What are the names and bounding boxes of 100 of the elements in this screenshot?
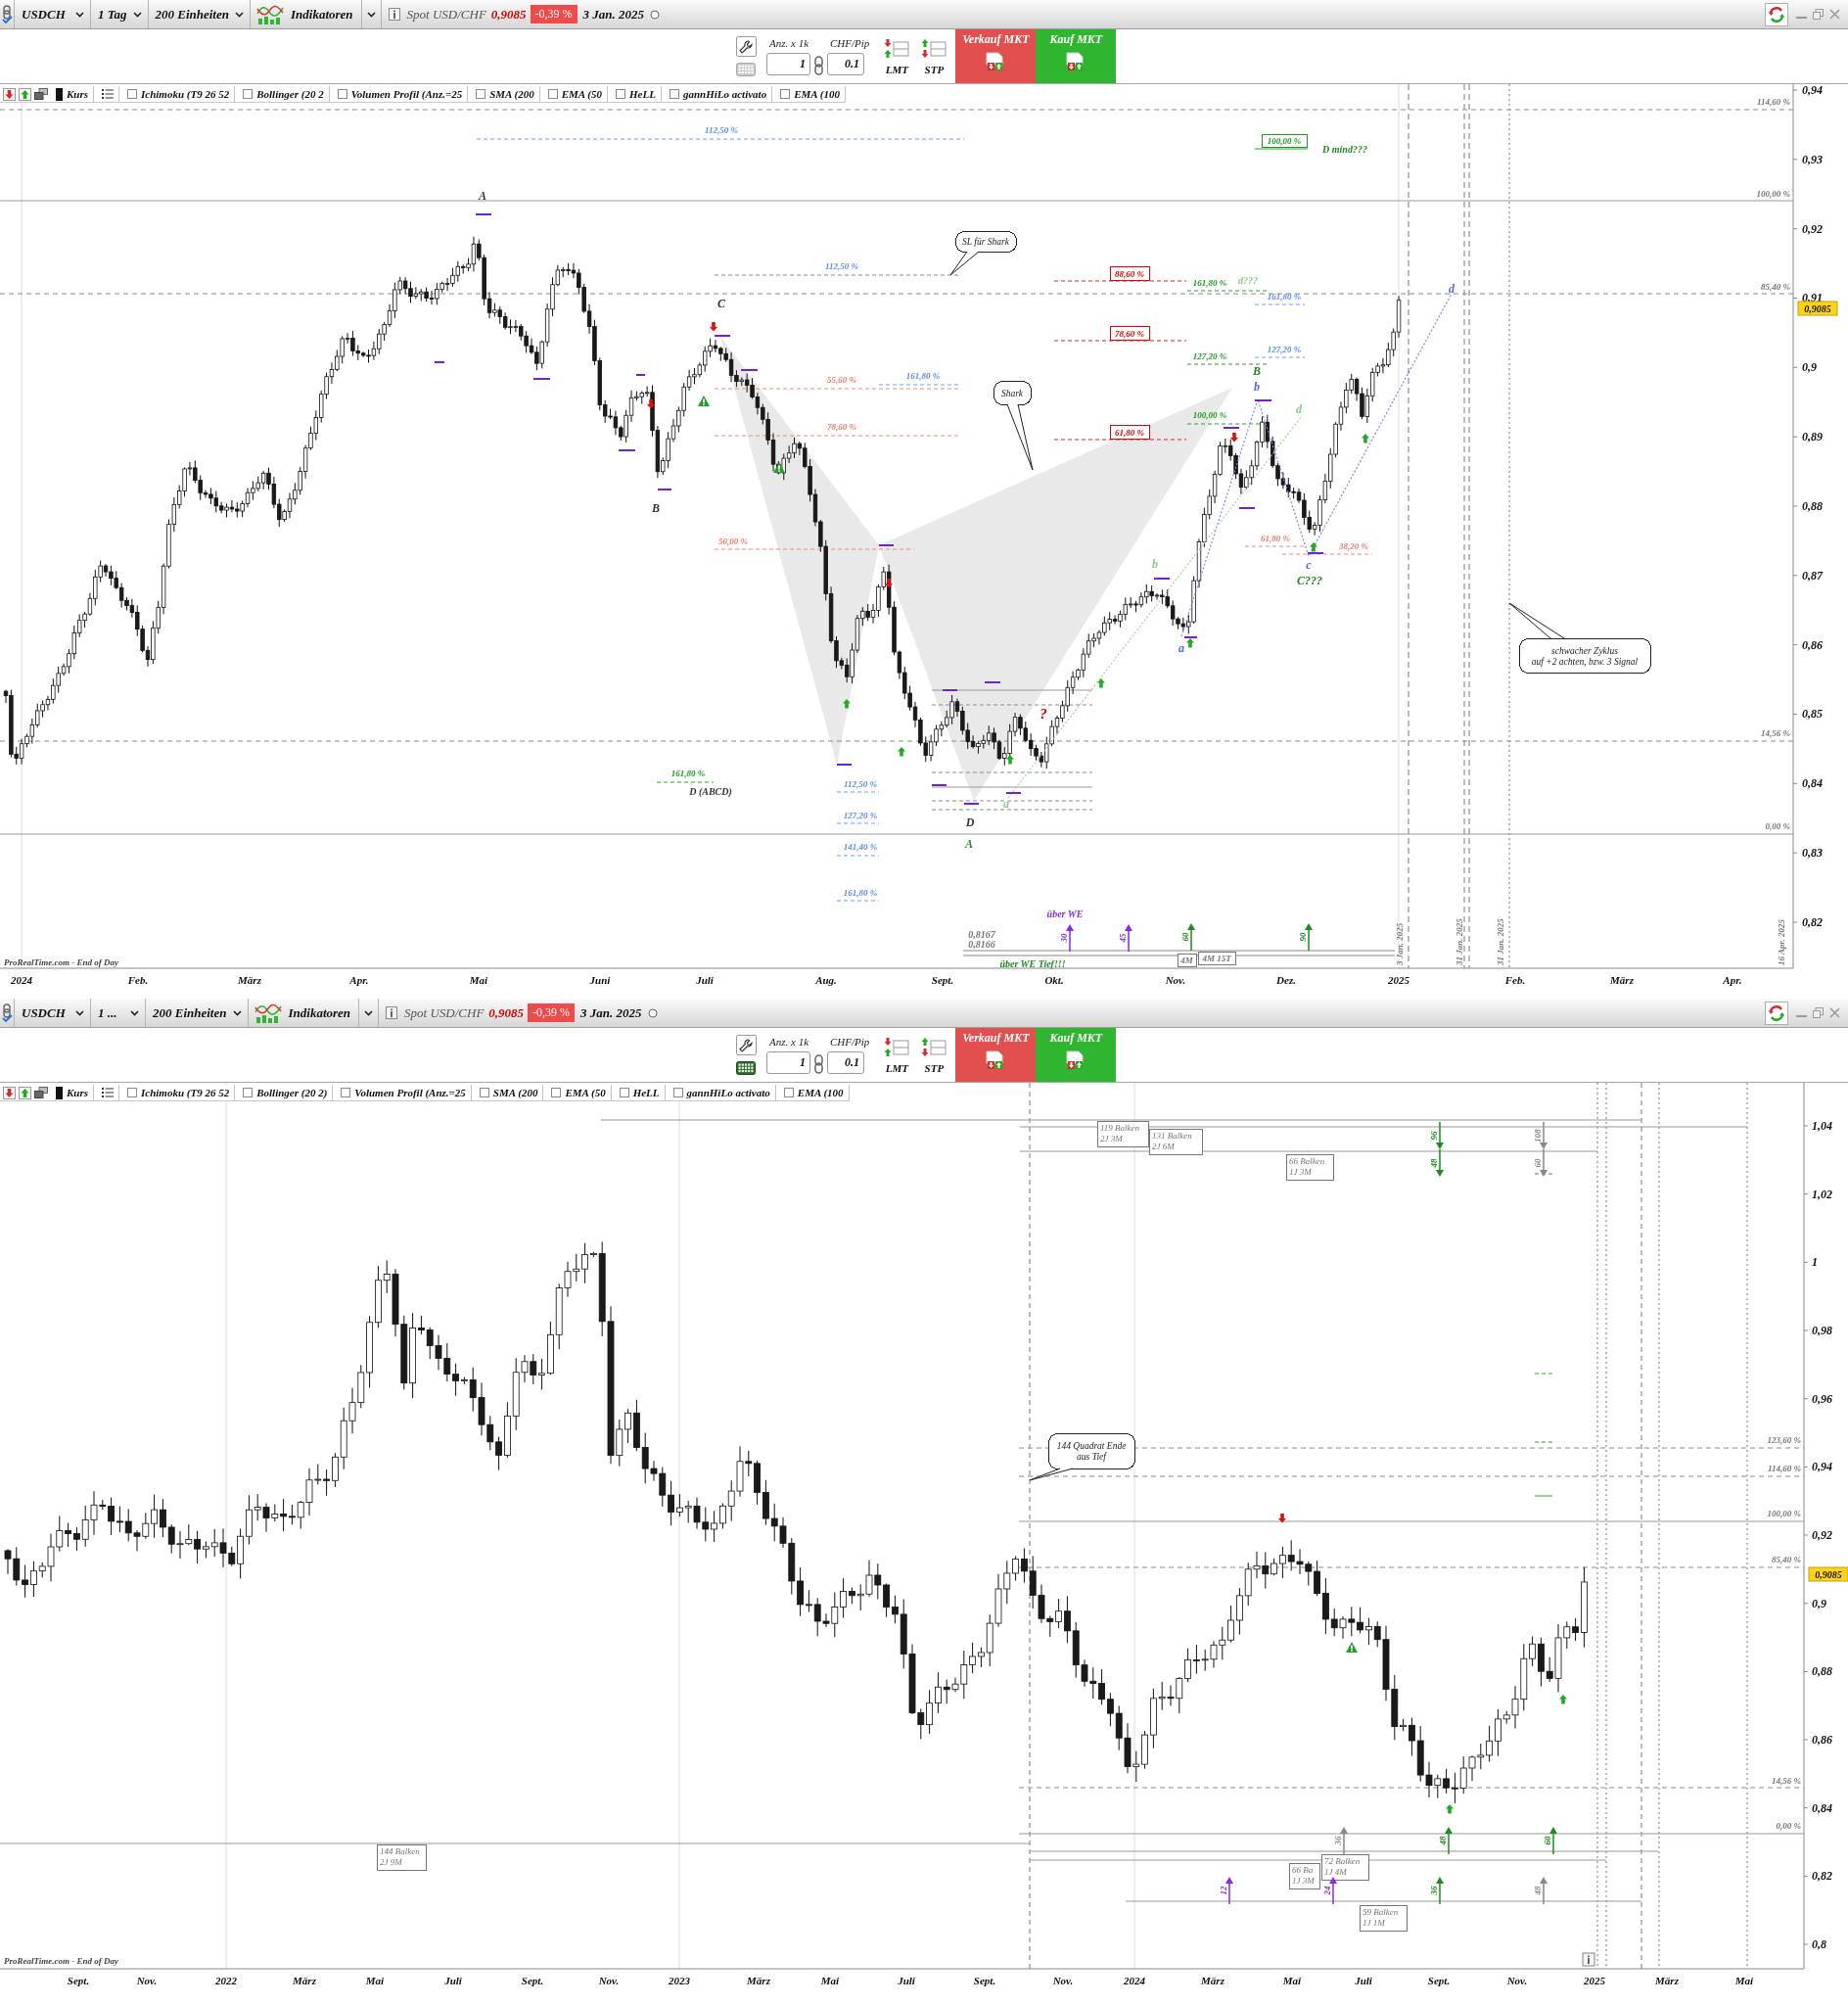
checkbox[interactable] xyxy=(783,1088,794,1097)
link-icon[interactable] xyxy=(1,4,13,24)
sell-market-button[interactable]: Verkauf MKT xyxy=(955,29,1037,83)
chain-link-icon[interactable] xyxy=(814,1054,823,1074)
axis-label: 0,86 xyxy=(1812,1733,1832,1748)
info-icon[interactable] xyxy=(388,8,400,21)
units-dropdown[interactable]: 200 Einheiten xyxy=(146,999,249,1027)
checkbox[interactable] xyxy=(243,1088,254,1097)
indicator-label[interactable]: gannHiLo activato xyxy=(686,1087,770,1098)
up-arrow-icon xyxy=(1097,678,1105,688)
swing-marker xyxy=(1255,399,1271,401)
down-arrow-icon[interactable] xyxy=(3,87,16,101)
checkbox[interactable] xyxy=(780,89,791,99)
list-icon[interactable] xyxy=(102,1088,115,1097)
indicator-label[interactable]: Kurs xyxy=(67,88,89,100)
indicator-label[interactable]: EMA (100 xyxy=(797,1087,844,1098)
axis-label: Mai xyxy=(1282,1975,1302,1986)
checkbox[interactable] xyxy=(476,89,486,99)
settings-button[interactable] xyxy=(735,1035,757,1055)
chevron-down-icon xyxy=(364,1009,374,1016)
level-label: 161,80 % xyxy=(670,769,706,778)
swing-marker xyxy=(1006,792,1021,794)
indicator-label[interactable]: HeLL xyxy=(629,88,656,100)
limit-order-button[interactable]: LMT xyxy=(881,1028,913,1082)
axis-label: Dez. xyxy=(1276,974,1296,986)
indicator-label[interactable]: Bollinger (20 2 xyxy=(256,88,324,100)
checkbox[interactable] xyxy=(547,89,558,99)
keyboard-icon[interactable] xyxy=(736,1061,756,1075)
quantity-field[interactable]: 1 xyxy=(766,1051,810,1074)
axis-label: 0,94 xyxy=(1812,1460,1832,1474)
checkbox[interactable] xyxy=(127,1088,138,1097)
units-dropdown[interactable]: 200 Einheiten xyxy=(148,0,251,28)
indicator-label[interactable]: Kurs xyxy=(67,1087,89,1098)
indicator-label[interactable]: EMA (50 xyxy=(565,1087,606,1098)
link-icon[interactable] xyxy=(1,1002,13,1023)
limit-order-button[interactable]: LMT xyxy=(881,29,913,83)
indicator-label[interactable]: HeLL xyxy=(632,1087,660,1098)
level-label: 141,40 % xyxy=(843,842,878,852)
level-label: 61,80 % xyxy=(1261,534,1290,543)
symbol-dropdown[interactable]: USDCH xyxy=(15,999,91,1027)
chevron-down-icon xyxy=(235,11,244,18)
checkbox[interactable] xyxy=(551,1088,562,1097)
indicator-label[interactable]: SMA (200 xyxy=(489,88,534,100)
swing-marker xyxy=(1184,636,1197,638)
up-arrow-icon xyxy=(1006,755,1014,765)
timeframe-dropdown[interactable]: 1 Tag xyxy=(91,0,149,28)
indicator-label[interactable]: SMA (200 xyxy=(492,1087,538,1098)
pip-value-field[interactable]: 0.1 xyxy=(827,1051,864,1074)
indicator-label[interactable]: Ichimoku (T9 26 52 xyxy=(141,88,230,100)
down-arrow-icon[interactable] xyxy=(3,1086,16,1099)
restore-icon[interactable] xyxy=(1813,9,1824,20)
wave-point-label: b xyxy=(1254,380,1260,394)
indicator-label[interactable]: EMA (50 xyxy=(561,88,602,100)
settings-button[interactable] xyxy=(735,36,757,57)
indicator-label[interactable]: Bollinger (20 2) xyxy=(256,1087,328,1098)
checkbox[interactable] xyxy=(669,89,679,99)
level-line xyxy=(1534,1495,1553,1497)
indicators-button[interactable]: Indikatoren xyxy=(248,999,360,1027)
indicator-label[interactable]: gannHiLo activato xyxy=(682,88,767,100)
wave-point-label: D xyxy=(965,816,975,829)
limit-order-icon xyxy=(884,37,910,60)
checkbox[interactable] xyxy=(616,89,625,99)
symbol-dropdown[interactable]: USDCH xyxy=(15,0,91,28)
checkbox[interactable] xyxy=(337,89,347,99)
chain-link-icon[interactable] xyxy=(814,56,823,75)
windows-icon[interactable] xyxy=(34,1087,48,1098)
checkbox[interactable] xyxy=(243,89,254,99)
swing-marker xyxy=(1308,552,1323,554)
checkbox[interactable] xyxy=(127,89,138,99)
stop-order-button[interactable]: STP xyxy=(918,1028,950,1082)
info-icon[interactable] xyxy=(1582,1952,1595,1967)
indicator-label[interactable]: Volumen Profil (Anz.=25 xyxy=(354,1087,466,1098)
stop-order-button[interactable]: STP xyxy=(918,29,950,83)
checkbox[interactable] xyxy=(341,1088,351,1097)
indicator-label[interactable]: Ichimoku (T9 26 52 xyxy=(141,1087,230,1098)
axis-label: 0,92 xyxy=(1812,1528,1832,1542)
close-icon[interactable] xyxy=(1829,9,1840,20)
quote-date: 3 Jan. 2025 xyxy=(580,1004,642,1021)
sell-market-button[interactable]: Verkauf MKT xyxy=(955,1028,1037,1082)
quantity-field[interactable]: 1 xyxy=(766,53,810,75)
swing-marker xyxy=(985,681,1000,683)
info-icon[interactable] xyxy=(386,1006,398,1019)
indicator-label[interactable]: Volumen Profil (Anz.=25 xyxy=(350,88,463,100)
indicator-label[interactable]: EMA (100 xyxy=(794,88,840,100)
swing-marker xyxy=(533,378,550,380)
axis-label: März xyxy=(1201,1975,1224,1986)
axis-label: 0,92 xyxy=(1802,221,1823,236)
timeframe-dropdown[interactable]: 1 ... xyxy=(91,999,146,1027)
cycle-count-label: 90 xyxy=(1298,932,1308,942)
list-icon[interactable] xyxy=(102,89,115,99)
pip-value-field[interactable]: 0.1 xyxy=(827,53,864,75)
indicators-button[interactable]: Indikatoren xyxy=(251,0,362,28)
checkbox[interactable] xyxy=(479,1088,489,1097)
windows-icon[interactable] xyxy=(34,88,48,100)
axis-label: Okt. xyxy=(1044,974,1064,986)
checkbox[interactable] xyxy=(619,1088,629,1097)
checkbox[interactable] xyxy=(672,1088,683,1097)
close-icon[interactable] xyxy=(1829,1007,1840,1018)
restore-icon[interactable] xyxy=(1813,1007,1824,1018)
level-line xyxy=(1254,148,1309,150)
